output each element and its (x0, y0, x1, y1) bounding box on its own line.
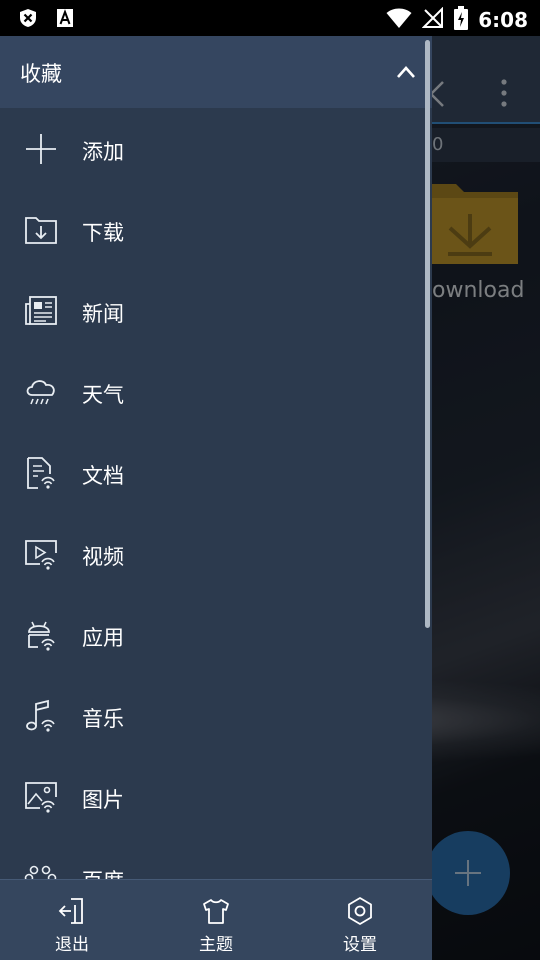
battery-charging-icon (454, 6, 469, 34)
menu-item-label: 文档 (82, 464, 124, 488)
font-a-icon (56, 8, 74, 32)
theme-button[interactable]: 主题 (144, 880, 288, 960)
menu-item-label: 应用 (82, 626, 124, 650)
settings-label: 设置 (343, 935, 377, 955)
news-icon (25, 296, 57, 325)
menu-item-video[interactable]: 视频 (0, 513, 432, 594)
exit-button[interactable]: 退出 (0, 880, 144, 960)
wifi-icon (386, 7, 412, 33)
menu-item-apps[interactable]: 应用 (0, 594, 432, 675)
document-icon (27, 457, 55, 489)
menu-item-weather[interactable]: 天气 (0, 351, 432, 432)
chevron-up-icon (397, 66, 415, 78)
collapse-button[interactable] (388, 54, 424, 90)
exit-label: 退出 (55, 935, 89, 955)
gear-icon (348, 897, 372, 925)
menu-item-pictures[interactable]: 图片 (0, 756, 432, 837)
image-icon (25, 782, 57, 813)
status-time: 6:08 (478, 8, 528, 32)
music-icon (26, 699, 55, 732)
add-icon (26, 134, 56, 164)
settings-button[interactable]: 设置 (288, 880, 432, 960)
no-signal-icon (421, 6, 444, 33)
drawer-scrollbar[interactable] (425, 40, 430, 628)
close-shield-icon (18, 8, 38, 32)
menu-item-download[interactable]: 下载 (0, 189, 432, 270)
video-icon (25, 540, 57, 570)
menu-item-label: 添加 (82, 140, 124, 164)
navigation-drawer: 收藏 添加 下载 新闻 天气 文档 视频 应用 音乐 图片 退出 主题 设置 (0, 36, 432, 960)
menu-item-label: 下载 (82, 221, 124, 245)
status-bar: 6:08 (0, 0, 540, 36)
drawer-bottom-bar: 退出 主题 设置 (0, 879, 432, 960)
menu-item-music[interactable]: 音乐 (0, 675, 432, 756)
download-folder-icon (25, 217, 57, 244)
exit-icon (58, 898, 83, 924)
favorites-header[interactable]: 收藏 (0, 36, 432, 108)
android-icon (28, 621, 55, 651)
menu-item-label: 天气 (82, 383, 124, 407)
menu-item-news[interactable]: 新闻 (0, 270, 432, 351)
menu-item-label: 图片 (82, 788, 124, 812)
menu-item-documents[interactable]: 文档 (0, 432, 432, 513)
menu-item-label: 新闻 (82, 302, 124, 326)
drawer-title: 收藏 (20, 62, 62, 86)
favorites-list: 添加 下载 新闻 天气 文档 视频 应用 音乐 图片 (0, 108, 432, 918)
menu-item-add[interactable]: 添加 (0, 108, 432, 189)
theme-label: 主题 (199, 935, 233, 955)
menu-item-label: 视频 (82, 545, 124, 569)
weather-icon (26, 380, 55, 405)
tshirt-icon (203, 899, 229, 924)
menu-item-label: 音乐 (82, 707, 124, 731)
